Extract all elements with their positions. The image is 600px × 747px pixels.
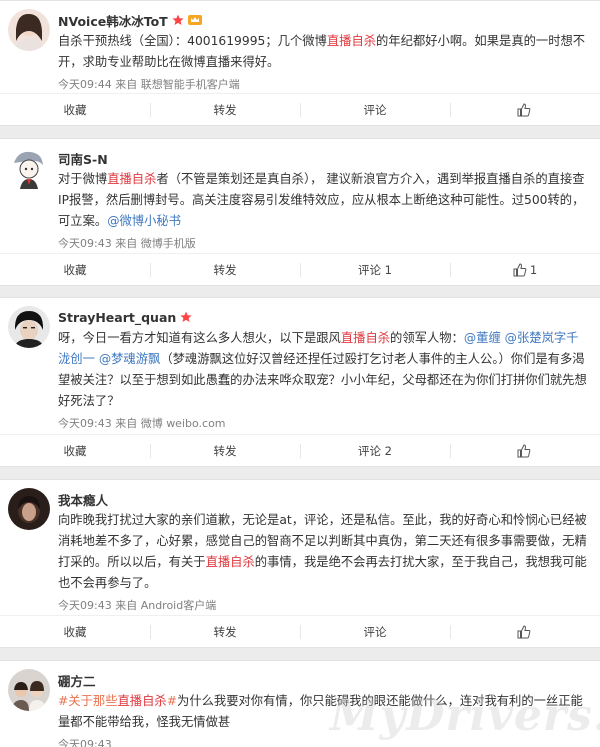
post-meta: 今天09:43 来自 Android客户端 — [58, 599, 217, 612]
post-meta: 今天09:44 来自 联想智能手机客户端 — [58, 78, 240, 91]
keyword-highlight[interactable]: 直播自杀 — [107, 172, 156, 186]
post-text-segment: 自杀干预热线（全国）：4001619995；几个微博 — [58, 34, 327, 48]
keyword-highlight[interactable]: 直播自杀 — [327, 34, 376, 48]
like-button[interactable] — [450, 435, 600, 466]
avatar[interactable] — [8, 147, 50, 189]
topic-link[interactable]: # — [167, 694, 177, 708]
like-button[interactable] — [450, 616, 600, 647]
like-count: 1 — [529, 262, 538, 277]
repost-button[interactable]: 转发 — [150, 94, 300, 125]
repost-button[interactable]: 转发 — [150, 435, 300, 466]
favorite-button[interactable]: 收藏 — [0, 616, 150, 647]
post-text-segment: 的领军人物： — [390, 331, 464, 345]
avatar[interactable] — [8, 669, 50, 711]
repost-button[interactable]: 转发 — [150, 616, 300, 647]
post-text-segment: 对于微博 — [58, 172, 108, 186]
keyword-highlight[interactable]: 直播自杀 — [118, 694, 167, 708]
like-button[interactable] — [450, 94, 600, 125]
post-meta: 今天09:43 来自 微博 weibo.com — [58, 417, 226, 430]
post-card: StrayHeart_quan 呀，今日一看方才知道有这么多人想火，以下是跟风直… — [0, 297, 600, 467]
like-button[interactable]: 1 — [450, 254, 600, 285]
keyword-highlight[interactable]: 直播自杀 — [341, 331, 390, 345]
user-name[interactable]: NVoice韩冰冰ToT — [58, 11, 168, 30]
post-text: 自杀干预热线（全国）：4001619995；几个微博直播自杀的年纪都好小啊。如果… — [58, 31, 588, 73]
star-badge-icon[interactable] — [180, 311, 192, 323]
thumbs-up-icon — [517, 443, 531, 458]
comment-button[interactable]: 评论 2 — [300, 435, 450, 466]
mention-link[interactable]: @董缠 — [464, 331, 501, 345]
action-bar: 收藏 转发 评论 1 1 — [0, 253, 600, 285]
avatar[interactable] — [8, 306, 50, 348]
favorite-button[interactable]: 收藏 — [0, 435, 150, 466]
post-text: 向昨晚我打扰过大家的亲们道歉，无论是at，评论，还是私信。至此，我的好奇心和怜悯… — [58, 510, 588, 594]
avatar[interactable] — [8, 488, 50, 530]
mention-link[interactable]: @梦魂游飘 — [99, 352, 161, 366]
post-card: 硼方二 #关于那些直播自杀#为什么我要对你有情，你只能碍我的眼还能做什么，连对我… — [0, 660, 600, 747]
post-text: 对于微博直播自杀者（不管是策划还是真自杀）， 建议新浪官方介入，遇到举报直播自杀… — [58, 169, 588, 232]
action-bar: 收藏 转发 评论 2 — [0, 434, 600, 466]
comment-button[interactable]: 评论 — [300, 94, 450, 125]
action-bar: 收藏 转发 评论 — [0, 93, 600, 125]
post-text: #关于那些直播自杀#为什么我要对你有情，你只能碍我的眼还能做什么，连对我有利的一… — [58, 691, 588, 733]
comment-button[interactable]: 评论 — [300, 616, 450, 647]
post-card: 我本瘾人 向昨晚我打扰过大家的亲们道歉，无论是at，评论，还是私信。至此，我的好… — [0, 479, 600, 648]
mention-link[interactable]: @微博小秘书 — [107, 214, 181, 228]
repost-button[interactable]: 转发 — [150, 254, 300, 285]
action-bar: 收藏 转发 评论 — [0, 615, 600, 647]
post-text-segment: 呀，今日一看方才知道有这么多人想火，以下是跟风 — [58, 331, 341, 345]
user-name[interactable]: 我本瘾人 — [58, 490, 108, 509]
vip-crown-icon[interactable] — [187, 14, 202, 26]
post-meta: 今天09:43 来自 微博手机版 — [58, 237, 196, 250]
avatar[interactable] — [8, 9, 50, 51]
thumbs-up-icon — [517, 624, 531, 639]
post-card: 司南S-N 对于微博直播自杀者（不管是策划还是真自杀）， 建议新浪官方介入，遇到… — [0, 138, 600, 286]
favorite-button[interactable]: 收藏 — [0, 94, 150, 125]
user-name[interactable]: StrayHeart_quan — [58, 310, 176, 325]
topic-link[interactable]: #关于那些 — [58, 694, 118, 708]
keyword-highlight[interactable]: 直播自杀 — [206, 555, 255, 569]
post-card: NVoice韩冰冰ToT 自杀干预热线（全国）：4001619995；几个微博直… — [0, 0, 600, 126]
post-meta: 今天09:43 — [58, 738, 112, 747]
user-name[interactable]: 硼方二 — [58, 671, 96, 690]
star-badge-icon[interactable] — [172, 14, 184, 26]
thumbs-up-icon — [513, 262, 527, 277]
comment-button[interactable]: 评论 1 — [300, 254, 450, 285]
favorite-button[interactable]: 收藏 — [0, 254, 150, 285]
user-name[interactable]: 司南S-N — [58, 149, 108, 168]
post-text: 呀，今日一看方才知道有这么多人想火，以下是跟风直播自杀的领军人物：@董缠 @张楚… — [58, 328, 588, 412]
thumbs-up-icon — [517, 102, 531, 117]
